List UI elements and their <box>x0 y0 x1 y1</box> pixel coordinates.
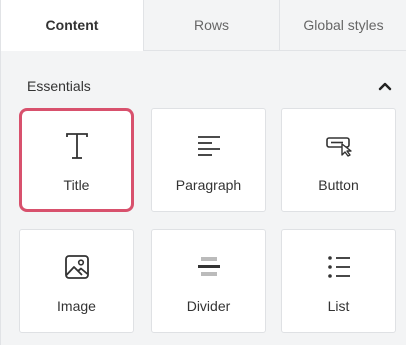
block-button[interactable]: Button <box>281 108 396 212</box>
chevron-up-icon[interactable] <box>375 76 395 96</box>
divider-icon <box>194 252 224 282</box>
content-panel: Content Rows Global styles Essentials Ti… <box>0 0 406 345</box>
block-image[interactable]: Image <box>19 229 134 333</box>
title-icon <box>62 131 92 161</box>
block-label: List <box>327 298 350 314</box>
block-divider[interactable]: Divider <box>151 229 266 333</box>
paragraph-icon <box>194 131 224 161</box>
image-icon <box>62 252 92 282</box>
button-icon <box>324 131 354 161</box>
tab-bar: Content Rows Global styles <box>1 0 406 51</box>
block-label: Paragraph <box>175 177 242 193</box>
tab-global-styles[interactable]: Global styles <box>279 0 406 51</box>
list-icon <box>324 252 354 282</box>
block-list[interactable]: List <box>281 229 396 333</box>
essentials-section-header[interactable]: Essentials <box>27 76 395 96</box>
tab-content[interactable]: Content <box>1 0 143 51</box>
block-paragraph[interactable]: Paragraph <box>151 108 266 212</box>
block-title[interactable]: Title <box>19 108 134 212</box>
tab-rows[interactable]: Rows <box>143 0 279 51</box>
block-label: Title <box>63 177 90 193</box>
section-title: Essentials <box>27 78 91 94</box>
block-label: Divider <box>186 298 231 314</box>
block-label: Button <box>318 177 359 193</box>
block-label: Image <box>57 298 96 314</box>
